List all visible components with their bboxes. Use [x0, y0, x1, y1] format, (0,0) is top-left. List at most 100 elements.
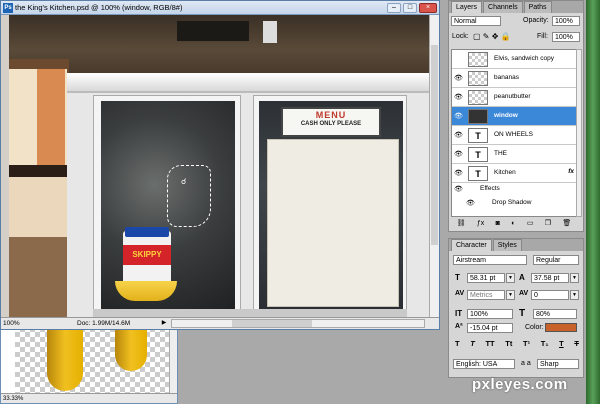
- fill-input[interactable]: 100%: [552, 32, 580, 42]
- vertical-scrollbar[interactable]: [429, 15, 439, 319]
- back-zoom-level[interactable]: 33.33%: [3, 396, 23, 402]
- superscript-button[interactable]: T¹: [523, 339, 530, 348]
- layer-row[interactable]: 👁 peanutbutter: [452, 88, 576, 107]
- layer-name: peanutbutter: [494, 93, 531, 100]
- layer-list[interactable]: Elvis, sandwich copy 👁 bananas 👁 peanutb…: [451, 49, 577, 217]
- font-size-dropdown[interactable]: ▼: [506, 273, 515, 283]
- fx-icon[interactable]: ƒx: [477, 220, 484, 227]
- background-sign: [177, 21, 249, 41]
- drop-shadow-row[interactable]: 👁 Drop Shadow: [452, 197, 576, 211]
- small-caps-button[interactable]: Tt: [505, 339, 512, 348]
- color-label: Color:: [525, 324, 544, 331]
- horizontal-scale-input[interactable]: 80%: [533, 309, 577, 319]
- kerning-dropdown[interactable]: ▼: [506, 290, 515, 300]
- eye-icon[interactable]: 👁: [454, 93, 464, 102]
- adjustment-layer-icon[interactable]: ◐: [511, 220, 515, 227]
- zoom-field[interactable]: 100%: [3, 319, 29, 328]
- cursor-icon: ☌: [181, 177, 187, 186]
- layer-row-selected[interactable]: 👁 window: [452, 107, 576, 126]
- tab-paths[interactable]: Paths: [523, 1, 552, 13]
- font-family-select[interactable]: Airstream: [453, 255, 527, 265]
- strikethrough-button[interactable]: T: [574, 339, 579, 348]
- maximize-button[interactable]: □: [403, 3, 417, 13]
- document-window[interactable]: Ps the King's Kitchen.psd @ 100% (window…: [0, 0, 440, 330]
- trash-icon[interactable]: 🗑: [562, 219, 571, 227]
- vertical-scale-input[interactable]: 100%: [467, 309, 513, 319]
- eye-icon[interactable]: 👁: [454, 169, 464, 178]
- language-select[interactable]: English: USA: [453, 359, 515, 369]
- jar-label: SKIPPY: [123, 245, 171, 265]
- menu-sign-subtitle: CASH ONLY PLEASE: [300, 121, 362, 127]
- character-panel: Character Styles Airstream Regular T 58.…: [448, 238, 584, 378]
- document-title-bar[interactable]: Ps the King's Kitchen.psd @ 100% (window…: [1, 1, 439, 15]
- faux-bold-button[interactable]: T: [455, 339, 460, 348]
- layers-scrollbar[interactable]: [576, 49, 582, 217]
- all-caps-button[interactable]: TT: [485, 339, 494, 348]
- lock-label: Lock:: [452, 33, 469, 40]
- font-size-icon: T: [455, 273, 460, 282]
- vertical-scroll-thumb[interactable]: [431, 45, 438, 245]
- underline-button[interactable]: T: [559, 339, 564, 348]
- blank-menu-paper: [267, 139, 399, 307]
- layer-row[interactable]: 👁 bananas: [452, 69, 576, 88]
- eye-icon[interactable]: 👁: [454, 185, 464, 194]
- eye-icon[interactable]: 👁: [454, 112, 464, 121]
- layers-footer: ⛓ ƒx ◙ ◐ ▭ ❐ 🗑: [451, 217, 577, 229]
- effects-row[interactable]: 👁 Effects: [452, 183, 576, 197]
- layer-name: ON WHEELS: [494, 131, 534, 138]
- font-size-input[interactable]: 58.31 pt: [467, 273, 505, 283]
- layer-name: bananas: [494, 74, 519, 81]
- horizontal-scrollbar[interactable]: [171, 319, 425, 328]
- baseline-shift-input[interactable]: -15.04 pt: [467, 323, 513, 333]
- tracking-input[interactable]: 0: [531, 290, 569, 300]
- eye-icon[interactable]: 👁: [466, 199, 476, 208]
- new-group-icon[interactable]: ▭: [527, 219, 534, 227]
- leading-input[interactable]: 37.58 pt: [531, 273, 569, 283]
- eye-icon[interactable]: 👁: [454, 131, 464, 140]
- opacity-input[interactable]: 100%: [552, 16, 580, 26]
- layer-thumbnail: [468, 109, 488, 124]
- tab-styles[interactable]: Styles: [492, 239, 522, 251]
- kerning-select[interactable]: Metrics: [467, 290, 505, 300]
- text-color-swatch[interactable]: [545, 323, 577, 332]
- antialias-select[interactable]: Sharp: [537, 359, 579, 369]
- close-button[interactable]: ×: [419, 3, 437, 13]
- subscript-button[interactable]: T₁: [541, 339, 549, 348]
- opacity-label: Opacity:: [523, 17, 549, 24]
- orange-panel: [37, 69, 65, 165]
- background-document-window[interactable]: 33.33%: [0, 326, 178, 404]
- tracking-dropdown[interactable]: ▼: [570, 290, 579, 300]
- status-menu-arrow-icon[interactable]: ▶: [159, 319, 169, 328]
- font-style-select[interactable]: Regular: [533, 255, 579, 265]
- layer-row[interactable]: 👁 T THE: [452, 145, 576, 164]
- building-panel-2: [9, 177, 67, 237]
- horizontal-scroll-thumb[interactable]: [232, 320, 312, 327]
- kerning-icon: AV: [455, 290, 465, 297]
- new-layer-icon[interactable]: ❐: [545, 219, 551, 227]
- effects-label: Effects: [480, 185, 500, 192]
- image-canvas[interactable]: MENU CASH ONLY PLEASE ☌ SKIPPY: [9, 15, 429, 319]
- marquee-selection[interactable]: [167, 165, 211, 227]
- lock-icons[interactable]: ▢ ✎ ✥ 🔒: [473, 32, 511, 41]
- fx-icon[interactable]: fx: [568, 168, 574, 175]
- back-vertical-scrollbar[interactable]: [169, 327, 177, 395]
- transparency-canvas: [15, 327, 175, 395]
- layer-row[interactable]: 👁 T Kitchen fx: [452, 164, 576, 183]
- minimize-button[interactable]: –: [387, 3, 401, 13]
- eye-icon[interactable]: 👁: [454, 150, 464, 159]
- tab-layers[interactable]: Layers: [451, 1, 483, 13]
- tab-channels[interactable]: Channels: [483, 1, 523, 13]
- document-title: the King's Kitchen.psd @ 100% (window, R…: [15, 3, 183, 12]
- add-mask-icon[interactable]: ◙: [496, 220, 500, 227]
- link-layers-icon[interactable]: ⛓: [457, 219, 466, 227]
- faux-italic-button[interactable]: T: [470, 339, 475, 348]
- eye-icon[interactable]: 👁: [454, 74, 464, 83]
- text-layer-thumbnail: T: [468, 128, 488, 143]
- banana-image: [47, 327, 83, 391]
- layer-row[interactable]: Elvis, sandwich copy: [452, 50, 576, 69]
- layer-row[interactable]: 👁 T ON WHEELS: [452, 126, 576, 145]
- tab-character[interactable]: Character: [451, 239, 492, 251]
- leading-dropdown[interactable]: ▼: [570, 273, 579, 283]
- blend-mode-select[interactable]: Normal: [451, 16, 501, 26]
- leading-icon: A: [519, 273, 525, 282]
